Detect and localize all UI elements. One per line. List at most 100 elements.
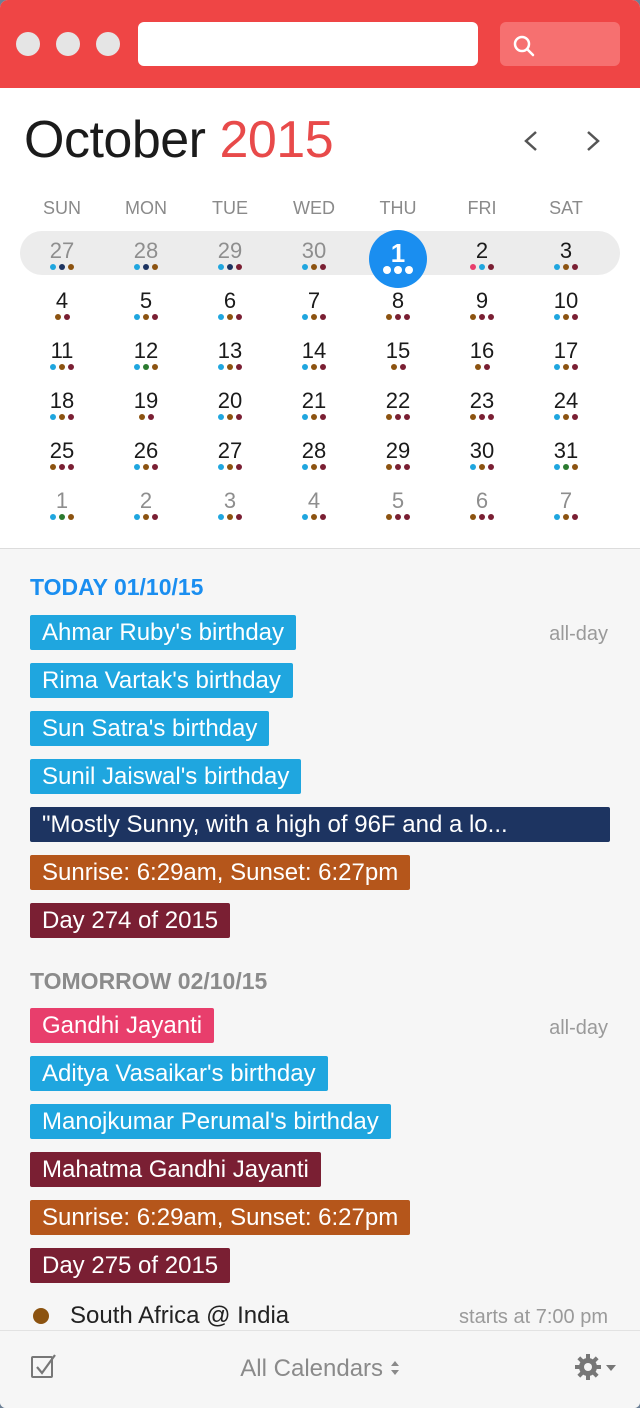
previous-month-button[interactable] [516, 124, 546, 158]
event-pill[interactable]: Manojkumar Perumal's birthday [30, 1104, 391, 1139]
event-dot [143, 314, 149, 320]
day-cell[interactable]: 3 [524, 228, 608, 278]
day-cell[interactable]: 28 [272, 428, 356, 478]
event-pill[interactable]: Day 275 of 2015 [30, 1248, 231, 1283]
day-cell[interactable]: 28 [104, 228, 188, 278]
day-number: 29 [385, 438, 411, 463]
day-cell[interactable]: 27 [188, 428, 272, 478]
minimize-window-button[interactable] [56, 32, 80, 56]
close-window-button[interactable] [16, 32, 40, 56]
day-cell[interactable]: 20 [188, 378, 272, 428]
day-cell-today[interactable]: 1 [356, 228, 440, 288]
search-button[interactable] [500, 22, 620, 66]
event-pill[interactable]: Ahmar Ruby's birthday [30, 615, 297, 650]
event-dots [20, 314, 104, 320]
event-dots [524, 364, 608, 370]
event-dot [218, 314, 224, 320]
day-cell[interactable]: 21 [272, 378, 356, 428]
day-cell[interactable]: 5 [104, 278, 188, 328]
day-cell[interactable]: 16 [440, 328, 524, 378]
day-cell[interactable]: 2 [104, 478, 188, 528]
event-pill[interactable]: Sunil Jaiswal's birthday [30, 759, 302, 794]
day-cell[interactable]: 22 [356, 378, 440, 428]
day-cell[interactable]: 24 [524, 378, 608, 428]
event-dot [218, 414, 224, 420]
day-cell[interactable]: 18 [20, 378, 104, 428]
event-dot [138, 414, 145, 420]
day-number: 31 [553, 438, 579, 463]
week-row: 25 26 27 28 29 30 31 [20, 428, 608, 478]
day-cell[interactable]: 5 [356, 478, 440, 528]
day-cell[interactable]: 30 [440, 428, 524, 478]
updown-chevron-icon [390, 1361, 399, 1375]
event-dot [563, 264, 569, 270]
event-dots [440, 264, 524, 270]
event-dot [554, 264, 560, 270]
event-dot [479, 264, 485, 270]
day-cell[interactable]: 7 [524, 478, 608, 528]
event-dot [50, 364, 56, 370]
event-dot [311, 514, 317, 520]
day-cell[interactable]: 19 [104, 378, 188, 428]
day-cell[interactable]: 15 [356, 328, 440, 378]
event-pill[interactable]: Sunrise: 6:29am, Sunset: 6:27pm [30, 855, 411, 890]
day-cell[interactable]: 3 [188, 478, 272, 528]
day-cell[interactable]: 2 [440, 228, 524, 278]
day-cell[interactable]: 14 [272, 328, 356, 378]
day-cell[interactable]: 13 [188, 328, 272, 378]
agenda-list: TODAY 01/10/15 all-day TOMORROW 02/10/15… [0, 550, 640, 1330]
day-cell[interactable]: 4 [272, 478, 356, 528]
event-dot [563, 464, 569, 470]
event-pill[interactable]: "Mostly Sunny, with a high of 96F and a … [30, 807, 610, 842]
event-input-field[interactable] [138, 22, 478, 66]
day-cell[interactable]: 1 [20, 478, 104, 528]
event-pill[interactable]: Mahatma Gandhi Jayanti [30, 1152, 321, 1187]
day-cell[interactable]: 7 [272, 278, 356, 328]
zoom-window-button[interactable] [96, 32, 120, 56]
day-cell[interactable]: 29 [188, 228, 272, 278]
event-dot [152, 464, 158, 470]
calendar-selector[interactable]: All Calendars [0, 1355, 640, 1383]
event-pill[interactable]: Rima Vartak's birthday [30, 663, 293, 698]
event-pill[interactable]: Day 274 of 2015 [30, 903, 231, 938]
bottom-bar: All Calendars [0, 1330, 640, 1408]
timed-event-title[interactable]: South Africa @ India [70, 1302, 289, 1330]
event-pill[interactable]: Sunrise: 6:29am, Sunset: 6:27pm [30, 1200, 411, 1235]
title-bar [0, 0, 640, 88]
day-cell[interactable]: 6 [188, 278, 272, 328]
day-cell[interactable]: 23 [440, 378, 524, 428]
settings-button[interactable] [572, 1351, 618, 1388]
day-number: 16 [469, 338, 495, 363]
day-cell[interactable]: 26 [104, 428, 188, 478]
event-dots [440, 464, 524, 470]
day-cell[interactable]: 6 [440, 478, 524, 528]
day-cell[interactable]: 10 [524, 278, 608, 328]
weekday-label: FRI [467, 198, 497, 218]
event-dots [188, 314, 272, 320]
app-window: October 2015 SUN MON TUE WED THU FRI SAT 27 28 2… [0, 0, 640, 1408]
event-pill[interactable]: Aditya Vasaikar's birthday [30, 1056, 328, 1091]
event-dot [59, 414, 65, 420]
day-cell[interactable]: 31 [524, 428, 608, 478]
event-dots [188, 514, 272, 520]
day-cell[interactable]: 9 [440, 278, 524, 328]
day-number: 1 [55, 488, 69, 513]
day-cell[interactable]: 11 [20, 328, 104, 378]
weekday-header: SUN MON TUE WED THU FRI SAT [20, 198, 608, 219]
event-dot [302, 364, 308, 370]
event-dots [188, 264, 272, 270]
day-cell[interactable]: 29 [356, 428, 440, 478]
day-cell[interactable]: 4 [20, 278, 104, 328]
allday-label: all-day [549, 623, 608, 645]
day-cell[interactable]: 25 [20, 428, 104, 478]
event-pill[interactable]: Gandhi Jayanti [30, 1008, 215, 1043]
day-cell[interactable]: 27 [20, 228, 104, 278]
event-pill[interactable]: Sun Satra's birthday [30, 711, 270, 746]
day-cell[interactable]: 12 [104, 328, 188, 378]
event-dot [50, 514, 56, 520]
day-cell[interactable]: 17 [524, 328, 608, 378]
day-cell[interactable]: 30 [272, 228, 356, 278]
event-dot [470, 414, 476, 420]
event-dot [311, 364, 317, 370]
next-month-button[interactable] [578, 124, 608, 158]
